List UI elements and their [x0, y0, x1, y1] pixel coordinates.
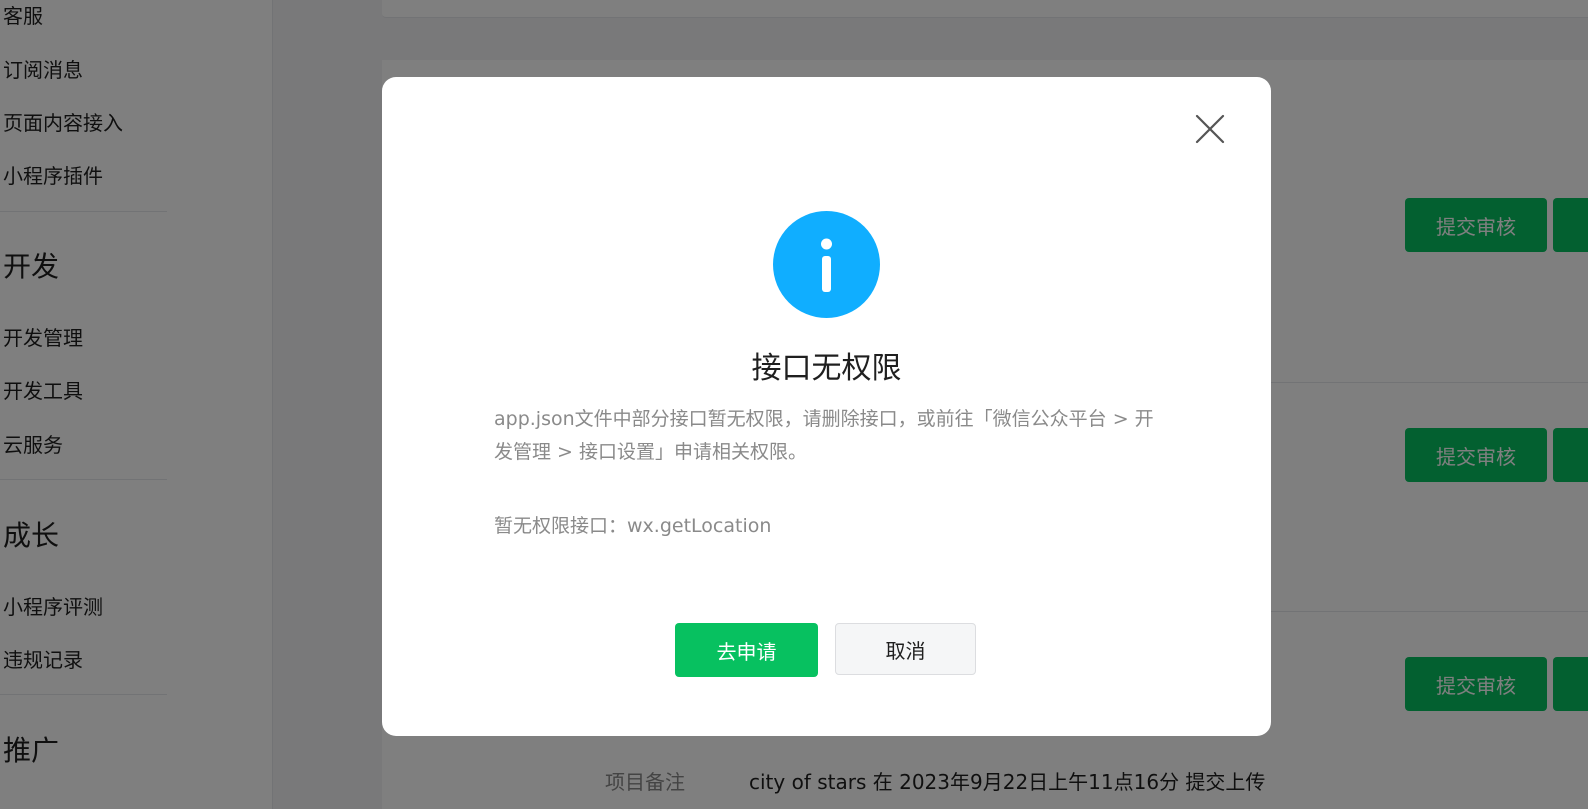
- permission-dialog: 接口无权限 app.json文件中部分接口暂无权限，请删除接口，或前往「微信公众…: [382, 77, 1271, 736]
- info-icon: [773, 211, 880, 318]
- cancel-button[interactable]: 取消: [835, 623, 976, 675]
- apply-button[interactable]: 去申请: [675, 623, 818, 677]
- close-icon[interactable]: [1190, 109, 1230, 149]
- dialog-title: 接口无权限: [751, 351, 902, 386]
- dialog-api-text: 暂无权限接口：wx.getLocation: [494, 515, 772, 537]
- dialog-description: app.json文件中部分接口暂无权限，请删除接口，或前往「微信公众平台 > 开…: [494, 408, 1154, 463]
- page: 客服 订阅消息 页面内容接入 小程序插件 开发 开发管理 开发工具 云服务 成长…: [0, 0, 1588, 809]
